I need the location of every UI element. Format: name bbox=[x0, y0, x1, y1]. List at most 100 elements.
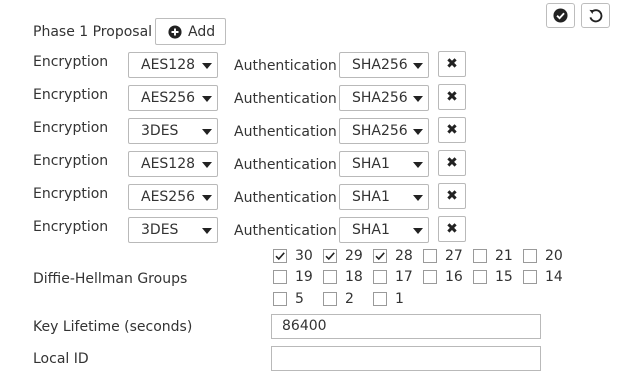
dh-group-checkbox[interactable] bbox=[473, 249, 487, 263]
dh-group-label: 14 bbox=[545, 269, 563, 285]
remove-proposal-button[interactable]: ✖ bbox=[438, 150, 466, 176]
dh-group-label: 5 bbox=[295, 291, 304, 307]
dh-group-label: 28 bbox=[395, 248, 413, 264]
dh-group-label: 1 bbox=[395, 291, 404, 307]
x-icon: ✖ bbox=[446, 155, 458, 171]
key-lifetime-input[interactable]: 86400 bbox=[271, 314, 541, 339]
encryption-label: Encryption bbox=[33, 120, 109, 136]
encryption-value: 3DES bbox=[141, 222, 179, 238]
encryption-select[interactable]: AES256 bbox=[128, 85, 218, 111]
authentication-label: Authentication bbox=[234, 124, 337, 140]
authentication-label: Authentication bbox=[234, 157, 337, 173]
plus-circle-icon bbox=[168, 24, 182, 39]
chevron-down-icon bbox=[202, 162, 212, 168]
authentication-value: SHA256 bbox=[352, 123, 408, 139]
chevron-down-icon bbox=[413, 96, 423, 102]
dh-group-checkbox[interactable] bbox=[273, 270, 287, 284]
remove-proposal-button[interactable]: ✖ bbox=[438, 216, 466, 242]
chevron-down-icon bbox=[202, 96, 212, 102]
dh-group-label: 29 bbox=[345, 248, 363, 264]
dh-group-checkbox[interactable] bbox=[273, 292, 287, 306]
authentication-value: SHA256 bbox=[352, 90, 408, 106]
encryption-select[interactable]: 3DES bbox=[128, 217, 218, 243]
authentication-select[interactable]: SHA256 bbox=[339, 52, 429, 78]
local-id-label: Local ID bbox=[33, 351, 89, 367]
encryption-label: Encryption bbox=[33, 153, 109, 169]
add-label: Add bbox=[188, 23, 216, 40]
authentication-select[interactable]: SHA256 bbox=[339, 85, 429, 111]
encryption-label: Encryption bbox=[33, 219, 109, 235]
dh-group-checkbox[interactable] bbox=[323, 292, 337, 306]
check-circle-icon bbox=[553, 8, 568, 23]
remove-proposal-button[interactable]: ✖ bbox=[438, 117, 466, 143]
authentication-select[interactable]: SHA1 bbox=[339, 217, 429, 243]
remove-proposal-button[interactable]: ✖ bbox=[438, 183, 466, 209]
checkmark-icon bbox=[325, 252, 335, 261]
dh-group-label: 27 bbox=[445, 248, 463, 264]
authentication-label: Authentication bbox=[234, 91, 337, 107]
dh-group-checkbox[interactable] bbox=[323, 249, 337, 263]
chevron-down-icon bbox=[202, 63, 212, 69]
encryption-value: AES256 bbox=[141, 90, 196, 106]
dh-group-label: 21 bbox=[495, 248, 513, 264]
authentication-value: SHA1 bbox=[352, 189, 390, 205]
dh-group-label: 30 bbox=[295, 248, 313, 264]
chevron-down-icon bbox=[413, 228, 423, 234]
dh-group-label: 15 bbox=[495, 269, 513, 285]
x-icon: ✖ bbox=[446, 221, 458, 237]
add-proposal-button[interactable]: Add bbox=[155, 18, 226, 45]
dh-group-checkbox[interactable] bbox=[523, 249, 537, 263]
dh-group-checkbox[interactable] bbox=[373, 292, 387, 306]
chevron-down-icon bbox=[413, 195, 423, 201]
encryption-select[interactable]: AES128 bbox=[128, 52, 218, 78]
encryption-select[interactable]: AES256 bbox=[128, 184, 218, 210]
dh-group-label: 16 bbox=[445, 269, 463, 285]
dh-group-checkbox[interactable] bbox=[373, 249, 387, 263]
authentication-label: Authentication bbox=[234, 58, 337, 74]
dh-group-label: 18 bbox=[345, 269, 363, 285]
encryption-select[interactable]: 3DES bbox=[128, 118, 218, 144]
dh-group-checkbox[interactable] bbox=[423, 270, 437, 284]
checkmark-icon bbox=[375, 252, 385, 261]
authentication-value: SHA256 bbox=[352, 57, 408, 73]
x-icon: ✖ bbox=[446, 56, 458, 72]
remove-proposal-button[interactable]: ✖ bbox=[438, 51, 466, 77]
authentication-value: SHA1 bbox=[352, 156, 390, 172]
encryption-select[interactable]: AES128 bbox=[128, 151, 218, 177]
checkmark-icon bbox=[275, 252, 285, 261]
chevron-down-icon bbox=[413, 63, 423, 69]
chevron-down-icon bbox=[202, 129, 212, 135]
chevron-down-icon bbox=[413, 129, 423, 135]
apply-button[interactable] bbox=[546, 3, 575, 28]
local-id-input[interactable] bbox=[271, 346, 541, 371]
encryption-value: AES256 bbox=[141, 189, 196, 205]
encryption-label: Encryption bbox=[33, 87, 109, 103]
encryption-value: AES128 bbox=[141, 156, 196, 172]
revert-button[interactable] bbox=[581, 3, 610, 28]
dh-group-checkbox[interactable] bbox=[423, 249, 437, 263]
dh-groups-label: Diffie-Hellman Groups bbox=[33, 271, 188, 287]
authentication-select[interactable]: SHA1 bbox=[339, 151, 429, 177]
authentication-select[interactable]: SHA256 bbox=[339, 118, 429, 144]
dh-group-checkbox[interactable] bbox=[473, 270, 487, 284]
dh-group-checkbox[interactable] bbox=[323, 270, 337, 284]
dh-group-label: 17 bbox=[395, 269, 413, 285]
phase1-proposal-label: Phase 1 Proposal bbox=[33, 24, 153, 40]
encryption-value: AES128 bbox=[141, 57, 196, 73]
chevron-down-icon bbox=[202, 195, 212, 201]
x-icon: ✖ bbox=[446, 89, 458, 105]
dh-group-label: 2 bbox=[345, 291, 354, 307]
authentication-select[interactable]: SHA1 bbox=[339, 184, 429, 210]
authentication-value: SHA1 bbox=[352, 222, 390, 238]
dh-group-label: 19 bbox=[295, 269, 313, 285]
dh-group-label: 20 bbox=[545, 248, 563, 264]
remove-proposal-button[interactable]: ✖ bbox=[438, 84, 466, 110]
dh-group-checkbox[interactable] bbox=[273, 249, 287, 263]
encryption-label: Encryption bbox=[33, 186, 109, 202]
encryption-label: Encryption bbox=[33, 54, 109, 70]
authentication-label: Authentication bbox=[234, 190, 337, 206]
dh-group-checkbox[interactable] bbox=[373, 270, 387, 284]
authentication-label: Authentication bbox=[234, 223, 337, 239]
encryption-value: 3DES bbox=[141, 123, 179, 139]
dh-group-checkbox[interactable] bbox=[523, 270, 537, 284]
